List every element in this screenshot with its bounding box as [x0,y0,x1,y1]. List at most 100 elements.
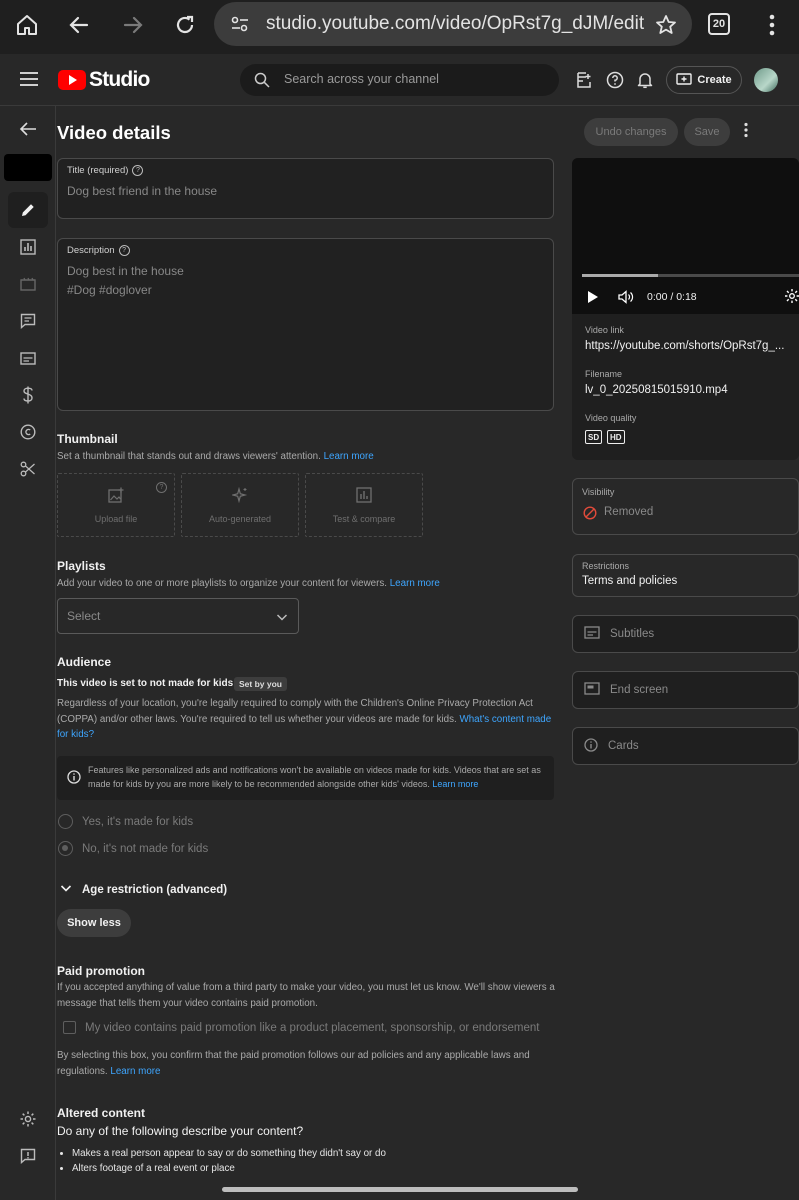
tab-count-button[interactable]: 20 [708,13,730,35]
sparkle-icon [230,486,248,508]
title-value[interactable]: Dog best friend in the house [67,182,217,201]
menu-icon[interactable] [20,72,38,86]
studio-logo[interactable]: Studio [58,68,150,92]
notifications-bell-icon[interactable] [633,68,657,92]
altered-content-heading: Altered content [57,1106,146,1120]
title-help-icon[interactable]: ? [132,165,144,176]
back-to-content-icon[interactable] [8,111,48,147]
video-link[interactable]: https://youtube.com/shorts/OpRst7g_... [585,340,784,352]
test-compare-button[interactable]: Test & compare [305,473,423,537]
description-value[interactable]: Dog best in the house #Dog #doglover [67,262,184,300]
save-button[interactable]: Save [684,118,730,146]
bookmark-star-icon[interactable] [649,10,683,40]
video-player[interactable]: 0:00 / 0:18 [572,158,799,314]
undo-changes-button[interactable]: Undo changes [584,118,678,146]
paid-promotion-learn-more-link[interactable]: Learn more [110,1066,160,1077]
subtitles-icon[interactable] [8,340,48,376]
info-icon [67,770,81,789]
subtitles-button[interactable]: Subtitles [572,615,799,653]
send-feedback-icon[interactable] [8,1138,48,1174]
channel-search-input[interactable]: Search across your channel [240,64,559,96]
clips-scissors-icon[interactable] [8,451,48,487]
address-bar[interactable]: studio.youtube.com/video/OpRst7g_dJM/edi… [214,2,692,46]
cards-button[interactable]: Cards [572,727,799,765]
browser-toolbar: studio.youtube.com/video/OpRst7g_dJM/edi… [0,0,799,54]
feedback-icon[interactable] [573,68,597,92]
radio-yes[interactable] [58,814,73,829]
thumbnail-heading: Thumbnail [57,432,118,446]
made-for-kids-no-option[interactable]: No, it's not made for kids [58,841,208,856]
search-icon [254,72,270,93]
upload-thumbnail-button[interactable]: Upload file ? [57,473,175,537]
browser-menu-icon[interactable] [755,10,789,40]
visibility-card[interactable]: Visibility Removed [572,478,799,535]
upload-file-label: Upload file [94,513,138,524]
subtitles-icon [584,626,600,642]
show-less-button[interactable]: Show less [57,909,131,937]
studio-header: Studio Search across your channel Create [0,54,799,106]
test-compare-label: Test & compare [332,513,396,524]
playlists-description: Add your video to one or more playlists … [57,578,440,589]
cards-label: Cards [608,740,639,752]
visibility-value: Removed [604,506,654,518]
radio-yes-label: Yes, it's made for kids [82,815,194,828]
paid-promotion-note: By selecting this box, you confirm that … [57,1050,530,1077]
copyright-icon[interactable] [8,414,48,450]
play-icon[interactable] [587,290,599,309]
made-for-kids-yes-option[interactable]: Yes, it's made for kids [58,814,193,829]
video-thumbnail-mini[interactable] [4,154,52,181]
editor-clapper-icon[interactable] [8,266,48,302]
audience-heading: Audience [57,655,112,669]
age-restriction-toggle[interactable]: Age restriction (advanced) [60,882,227,897]
page-title: Video details [57,122,171,143]
analytics-icon[interactable] [8,229,48,265]
thumbnail-learn-more-link[interactable]: Learn more [324,451,374,462]
description-field[interactable]: Description ? Dog best in the house #Dog… [57,238,554,411]
site-settings-icon[interactable] [230,15,250,38]
player-settings-gear-icon[interactable] [784,288,799,309]
paid-promotion-checkbox[interactable] [63,1021,76,1034]
avatar[interactable] [754,68,778,92]
video-progress-bar[interactable] [582,274,799,277]
altered-content-list: Makes a real person appear to say or do … [72,1146,386,1176]
visibility-label: Visibility [582,487,615,497]
list-item: Makes a real person appear to say or do … [72,1146,386,1161]
audience-description: Regardless of your location, you're lega… [57,698,552,740]
more-options-icon[interactable] [743,122,753,142]
audience-status: This video is set to not made for kids [57,678,234,689]
url-text[interactable]: studio.youtube.com/video/OpRst7g_dJM/edi… [266,13,644,35]
hd-quality-badge: HD [607,430,625,444]
info-learn-more-link[interactable]: Learn more [432,779,478,789]
playlist-select-value: Select [67,609,101,623]
reload-icon[interactable] [168,10,202,40]
playlist-select[interactable]: Select [57,598,299,634]
back-arrow-icon[interactable] [62,10,96,40]
title-field[interactable]: Title (required) ? Dog best friend in th… [57,158,554,219]
video-progress-fill [582,274,658,277]
monetization-dollar-icon[interactable] [8,377,48,413]
settings-gear-icon[interactable] [8,1101,48,1137]
restrictions-card[interactable]: Restrictions Terms and policies [572,554,799,597]
playlists-learn-more-link[interactable]: Learn more [390,578,440,589]
volume-icon[interactable] [618,289,634,310]
home-icon[interactable] [10,10,44,40]
made-for-kids-info-box: Features like personalized ads and notif… [57,756,554,800]
comments-icon[interactable] [8,303,48,339]
radio-no[interactable] [58,841,73,856]
end-screen-button[interactable]: End screen [572,671,799,709]
description-help-icon[interactable]: ? [118,245,130,256]
set-by-you-badge: Set by you [234,677,287,691]
search-placeholder: Search across your channel [284,72,439,86]
thumbnail-help-icon[interactable]: ? [156,482,167,493]
paid-promotion-heading: Paid promotion [57,964,145,978]
chevron-down-icon [60,882,72,897]
gesture-navigation-bar [222,1187,578,1192]
info-text: Features like personalized ads and notif… [88,765,541,789]
auto-generated-thumbnail-button[interactable]: Auto-generated [181,473,299,537]
forward-arrow-icon[interactable] [116,10,150,40]
end-screen-label: End screen [610,684,669,696]
details-pencil-icon[interactable] [8,192,48,228]
help-icon[interactable] [603,68,627,92]
create-button[interactable]: Create [666,66,742,94]
paid-promotion-checkbox-row[interactable]: My video contains paid promotion like a … [63,1021,540,1034]
